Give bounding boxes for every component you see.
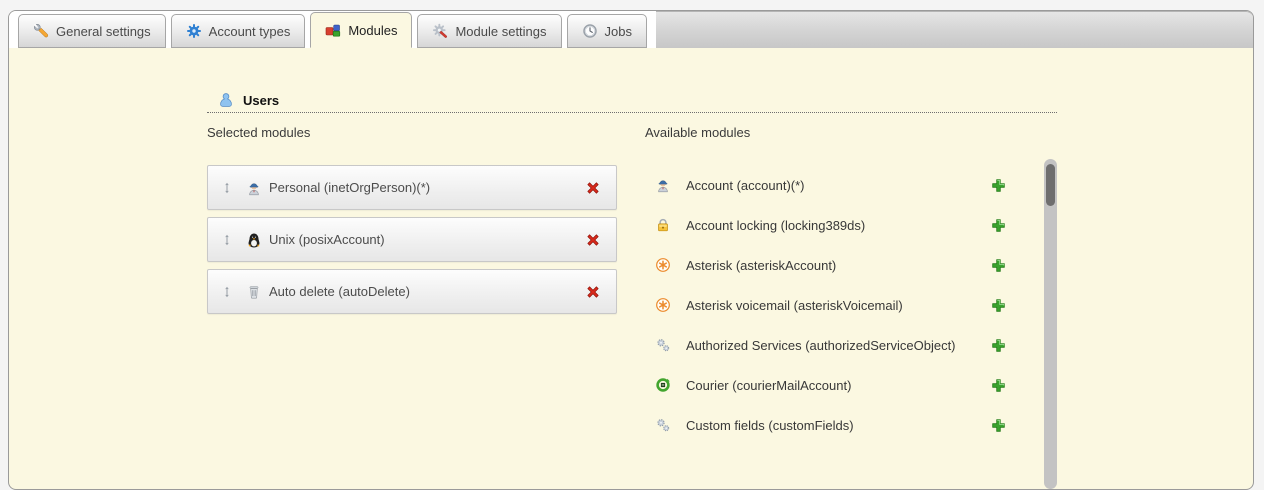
selected-modules-heading: Selected modules <box>207 125 617 140</box>
selected-modules-list: Personal (inetOrgPerson)(*) Unix (posixA… <box>207 165 617 314</box>
tab-label: Jobs <box>605 24 632 39</box>
module-label: Asterisk voicemail (asteriskVoicemail) <box>686 298 991 313</box>
add-icon[interactable] <box>991 298 1006 313</box>
section-title: Users <box>243 93 279 108</box>
selected-module-row-unix-posixaccount[interactable]: Unix (posixAccount) <box>207 217 617 262</box>
tab-module-settings[interactable]: Module settings <box>417 14 561 48</box>
module-label: Authorized Services (authorizedServiceOb… <box>686 338 991 353</box>
add-icon[interactable] <box>991 338 1006 353</box>
tab-label: Modules <box>348 23 397 38</box>
account-types-icon <box>186 23 202 39</box>
module-label: Auto delete (autoDelete) <box>269 284 585 299</box>
scrollbar-thumb[interactable] <box>1046 164 1055 206</box>
add-icon[interactable] <box>991 218 1006 233</box>
add-icon[interactable] <box>991 258 1006 273</box>
tab-general-settings[interactable]: General settings <box>18 14 166 48</box>
available-module-row-authorized-services-authorizedserviceobject: Authorized Services (authorizedServiceOb… <box>645 325 1006 365</box>
available-modules-list: Account (account)(*) Account locking (lo… <box>645 165 1057 445</box>
available-module-row-custom-fields-customfields: Custom fields (customFields) <box>645 405 1006 445</box>
available-module-row-account-locking-locking389ds: Account locking (locking389ds) <box>645 205 1006 245</box>
jobs-icon <box>582 23 598 39</box>
tab-account-types[interactable]: Account types <box>171 14 306 48</box>
selected-module-row-auto-delete-autodelete[interactable]: Auto delete (autoDelete) <box>207 269 617 314</box>
tux-icon <box>246 232 262 248</box>
available-module-row-courier-couriermailaccount: Courier (courierMailAccount) <box>645 365 1006 405</box>
available-module-row-asterisk-asteriskaccount: Asterisk (asteriskAccount) <box>645 245 1006 285</box>
selected-module-row-personal-inetorgperson[interactable]: Personal (inetOrgPerson)(*) <box>207 165 617 210</box>
asterisk-icon <box>655 297 671 313</box>
add-icon[interactable] <box>991 178 1006 193</box>
move-icon[interactable] <box>221 285 233 299</box>
add-icon[interactable] <box>991 418 1006 433</box>
add-icon[interactable] <box>991 378 1006 393</box>
configuration-tabs-widget: General settings Account types Modules M… <box>8 10 1254 490</box>
gears-icon <box>655 337 671 353</box>
delete-icon[interactable] <box>585 180 601 196</box>
module-label: Account (account)(*) <box>686 178 991 193</box>
tab-label: General settings <box>56 24 151 39</box>
gears-icon <box>655 417 671 433</box>
module-label: Courier (courierMailAccount) <box>686 378 991 393</box>
module-label: Unix (posixAccount) <box>269 232 585 247</box>
user-icon <box>218 92 234 108</box>
person-icon <box>655 177 671 193</box>
module-label: Account locking (locking389ds) <box>686 218 991 233</box>
tab-modules[interactable]: Modules <box>310 12 412 48</box>
available-modules-column: Available modules Account (account)(*) A… <box>645 125 1057 445</box>
module-label: Asterisk (asteriskAccount) <box>686 258 991 273</box>
delete-icon[interactable] <box>585 232 601 248</box>
tab-bar-filler <box>656 11 1253 48</box>
tab-label: Module settings <box>455 24 546 39</box>
selected-modules-column: Selected modules Personal (inetOrgPerson… <box>207 125 617 445</box>
courier-icon <box>655 377 671 393</box>
tab-bar: General settings Account types Modules M… <box>9 11 1253 48</box>
available-module-row-account-account: Account (account)(*) <box>645 165 1006 205</box>
users-section-header: Users <box>207 92 1057 113</box>
move-icon[interactable] <box>221 181 233 195</box>
modules-icon <box>325 22 341 38</box>
tab-label: Account types <box>209 24 291 39</box>
delete-icon[interactable] <box>585 284 601 300</box>
module-settings-icon <box>432 23 448 39</box>
wrench-icon <box>33 23 49 39</box>
move-icon[interactable] <box>221 233 233 247</box>
module-label: Personal (inetOrgPerson)(*) <box>269 180 585 195</box>
available-modules-heading: Available modules <box>645 125 1057 140</box>
lock-icon <box>655 217 671 233</box>
person-icon <box>246 180 262 196</box>
tab-jobs[interactable]: Jobs <box>567 14 647 48</box>
asterisk-icon <box>655 257 671 273</box>
module-label: Custom fields (customFields) <box>686 418 991 433</box>
modules-panel: Users Selected modules Personal (inetOrg… <box>9 48 1253 445</box>
trash-icon <box>246 284 262 300</box>
available-module-row-asterisk-voicemail-asteriskvoicemail: Asterisk voicemail (asteriskVoicemail) <box>645 285 1006 325</box>
